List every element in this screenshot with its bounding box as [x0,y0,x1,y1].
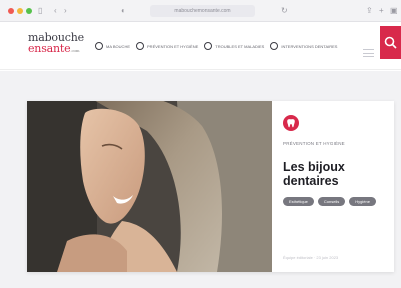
back-icon[interactable]: ‹ [54,5,57,17]
logo-bottom-main: ensante [28,42,71,55]
logo-suffix: .com [70,48,80,53]
tag-chip[interactable]: Conseils [317,197,346,206]
minimize-window-button[interactable] [17,8,23,14]
article-category[interactable]: PRÉVENTION ET HYGIÈNE [283,141,383,146]
article-title-line2: dentaires [283,174,339,188]
nav-label: INTERVENTIONS DENTAIRES [281,43,338,49]
mouth-icon [95,42,103,50]
article-info: PRÉVENTION ET HYGIÈNE Les bijoux dentair… [283,115,383,206]
article-photo[interactable] [27,101,272,272]
new-tab-icon[interactable]: + [379,5,384,17]
close-window-button[interactable] [8,8,14,14]
search-icon [384,36,397,49]
tabs-overview-icon[interactable]: ▣ [390,5,398,17]
tag-chip[interactable]: Esthétique [283,197,314,206]
logo-bottom-text: ensante.com [28,43,84,56]
nav-item-interventions[interactable]: INTERVENTIONS DENTAIRES [270,42,337,50]
nav-item-troubles[interactable]: TROUBLES ET MALADIES [204,42,264,50]
shield-icon[interactable]: ◐ [121,5,126,17]
tooth-icon [283,115,299,131]
dental-tool-icon [270,42,279,50]
search-button[interactable] [380,26,401,59]
article-meta: Équipe éditoriale · 23 juin 2023 [283,255,339,260]
menu-icon[interactable] [363,49,374,59]
article-tags: Esthétique Conseils Hygiène [283,197,383,206]
tag-chip[interactable]: Hygiène [349,197,376,206]
forward-icon[interactable]: › [64,5,67,17]
site-logo[interactable]: mabouche ensante.com [28,32,84,56]
nav-label: TROUBLES ET MALADIES [215,43,265,49]
article-card[interactable]: PRÉVENTION ET HYGIÈNE Les bijoux dentair… [27,101,394,272]
address-bar[interactable]: mabouchemonsante.com [150,5,255,17]
nav-label: MA BOUCHE [106,43,131,49]
browser-toolbar: ▯ ‹ › ◐ mabouchemonsante.com ↻ ⇪ + ▣ [0,0,401,22]
share-icon[interactable]: ⇪ [366,5,373,17]
nav-label: PRÉVENTION ET HYGIÈNE [147,43,199,49]
sidebar-icon[interactable]: ▯ [38,5,42,17]
nav-item-ma-bouche[interactable]: MA BOUCHE [95,42,130,50]
content-area: PRÉVENTION ET HYGIÈNE Les bijoux dentair… [0,71,401,288]
woman-portrait-image [27,101,272,272]
article-title-line1: Les bijoux [283,160,345,174]
tooth-icon [136,42,145,50]
main-nav: MA BOUCHE PRÉVENTION ET HYGIÈNE TROUBLES… [95,42,337,50]
virus-icon [204,42,213,50]
reload-icon[interactable]: ↻ [281,5,288,17]
site-header: mabouche ensante.com MA BOUCHE PRÉVENTIO… [0,22,401,70]
nav-item-prevention[interactable]: PRÉVENTION ET HYGIÈNE [136,42,198,50]
article-title[interactable]: Les bijoux dentaires [283,160,383,188]
maximize-window-button[interactable] [26,8,32,14]
